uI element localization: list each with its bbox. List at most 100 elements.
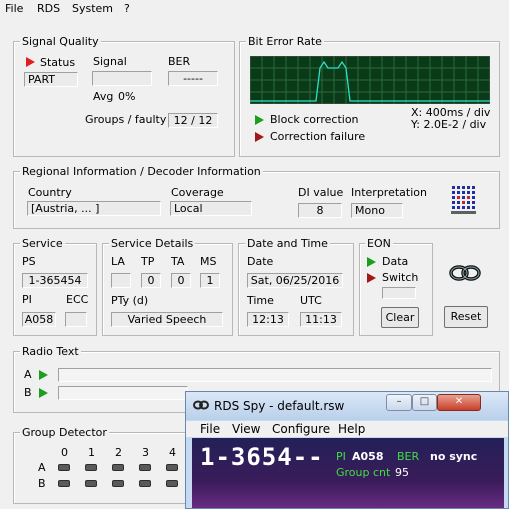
eon-data-label: Data [382, 255, 409, 268]
app-icon [193, 400, 209, 410]
groups-value: 12 / 12 [168, 113, 218, 128]
country-value: [Austria, ... ] [27, 201, 161, 216]
group-led [166, 480, 178, 487]
coverage-value: Local [170, 201, 252, 216]
group-row-b-label: B [38, 477, 46, 490]
group-led [139, 464, 151, 471]
group-led [166, 464, 178, 471]
mini-window-menubar: File View Configure Help [186, 421, 508, 437]
eon-data-icon [367, 257, 376, 267]
ber-value: ----- [168, 71, 218, 86]
ecc-value [65, 312, 87, 327]
mini-ber-label: BER [397, 450, 420, 463]
radio-text-b-icon [39, 388, 48, 398]
group-detector-title: Group Detector [20, 426, 109, 439]
group-col-4: 4 [169, 446, 176, 459]
ber-scope-graph [250, 56, 490, 104]
group-col-2: 2 [115, 446, 122, 459]
ta-value: 0 [171, 273, 191, 288]
ecc-label: ECC [66, 293, 89, 306]
la-value [111, 273, 131, 288]
status-indicator-icon [26, 57, 35, 67]
eon-switch-icon [367, 273, 376, 283]
ms-value: 1 [200, 273, 220, 288]
group-col-1: 1 [88, 446, 95, 459]
mini-window-titlebar[interactable]: RDS Spy - default.rsw – □ ✕ [186, 392, 508, 420]
service-title: Service [20, 237, 65, 250]
radio-text-b-field [58, 386, 188, 400]
signal-meter [92, 71, 152, 86]
mini-menu-configure[interactable]: Configure [272, 422, 330, 436]
group-led [112, 480, 124, 487]
group-led [85, 464, 97, 471]
interpretation-label: Interpretation [351, 186, 427, 199]
avg-label: Avg [93, 90, 114, 103]
group-led [139, 480, 151, 487]
regional-info-group [13, 171, 500, 229]
utc-label: UTC [300, 294, 322, 307]
pty-value: Varied Speech [111, 312, 223, 327]
reset-button[interactable]: Reset [444, 306, 488, 328]
ms-label: MS [200, 255, 217, 268]
status-label: Status [40, 56, 76, 69]
pty-label: PTy (d) [111, 294, 149, 307]
menu-help[interactable]: ? [124, 2, 130, 15]
bit-error-rate-title: Bit Error Rate [246, 35, 324, 48]
date-time-title: Date and Time [245, 237, 330, 250]
mini-pi-value: A058 [352, 450, 384, 463]
ps-label: PS [22, 255, 36, 268]
tp-value: 0 [141, 273, 161, 288]
ber-label: BER [168, 55, 191, 68]
regional-info-title: Regional Information / Decoder Informati… [20, 165, 263, 178]
group-led [85, 480, 97, 487]
radio-text-a-icon [39, 370, 48, 380]
block-correction-icon [255, 115, 264, 125]
radio-text-b-label: B [24, 386, 32, 399]
menu-bar: File RDS System ? [0, 0, 509, 18]
mini-display-panel: 1-3654-- PI A058 BER no sync Group cnt 9… [192, 438, 504, 508]
date-value: Sat, 06/25/2016 [247, 273, 343, 288]
tp-label: TP [141, 255, 155, 268]
minimize-button[interactable]: – [386, 394, 412, 411]
mini-group-cnt-value: 95 [395, 466, 409, 479]
group-led [58, 464, 70, 471]
time-value: 12:13 [247, 312, 289, 327]
link-icon[interactable] [448, 262, 482, 284]
status-value: PART [24, 72, 78, 87]
maximize-button[interactable]: □ [412, 394, 437, 411]
mini-rds-spy-window[interactable]: RDS Spy - default.rsw – □ ✕ File View Co… [185, 391, 509, 509]
correction-failure-icon [255, 132, 264, 142]
groups-label: Groups / faulty [85, 113, 167, 126]
mini-menu-help[interactable]: Help [338, 422, 365, 436]
time-label: Time [247, 294, 274, 307]
signal-quality-title: Signal Quality [20, 35, 101, 48]
group-row-a-label: A [38, 461, 46, 474]
service-details-title: Service Details [109, 237, 196, 250]
interpretation-value: Mono [351, 203, 403, 218]
group-col-3: 3 [142, 446, 149, 459]
clear-button[interactable]: Clear [381, 307, 419, 328]
menu-file[interactable]: File [5, 2, 23, 15]
group-led [58, 480, 70, 487]
ps-value: 1-365454 [22, 273, 88, 288]
mini-menu-file[interactable]: File [200, 422, 220, 436]
mini-window-title: RDS Spy - default.rsw [214, 399, 345, 413]
pi-value: A058 [22, 312, 56, 327]
di-value: 8 [298, 203, 342, 218]
mini-pi-label: PI [336, 450, 346, 463]
y-scale-label: Y: 2.0E-2 / div [411, 118, 487, 131]
eon-switch-field [382, 287, 416, 299]
country-label: Country [28, 186, 72, 199]
menu-rds[interactable]: RDS [37, 2, 60, 15]
menu-system[interactable]: System [72, 2, 113, 15]
block-correction-label: Block correction [270, 113, 359, 126]
radio-text-a-field [58, 368, 492, 382]
ps-display: 1-3654-- [200, 443, 324, 471]
pi-label: PI [22, 293, 32, 306]
group-col-0: 0 [61, 446, 68, 459]
eon-switch-label: Switch [382, 271, 419, 284]
mini-group-cnt-label: Group cnt [336, 466, 391, 479]
mini-menu-view[interactable]: View [232, 422, 260, 436]
close-button[interactable]: ✕ [437, 394, 481, 411]
signal-label: Signal [93, 55, 127, 68]
